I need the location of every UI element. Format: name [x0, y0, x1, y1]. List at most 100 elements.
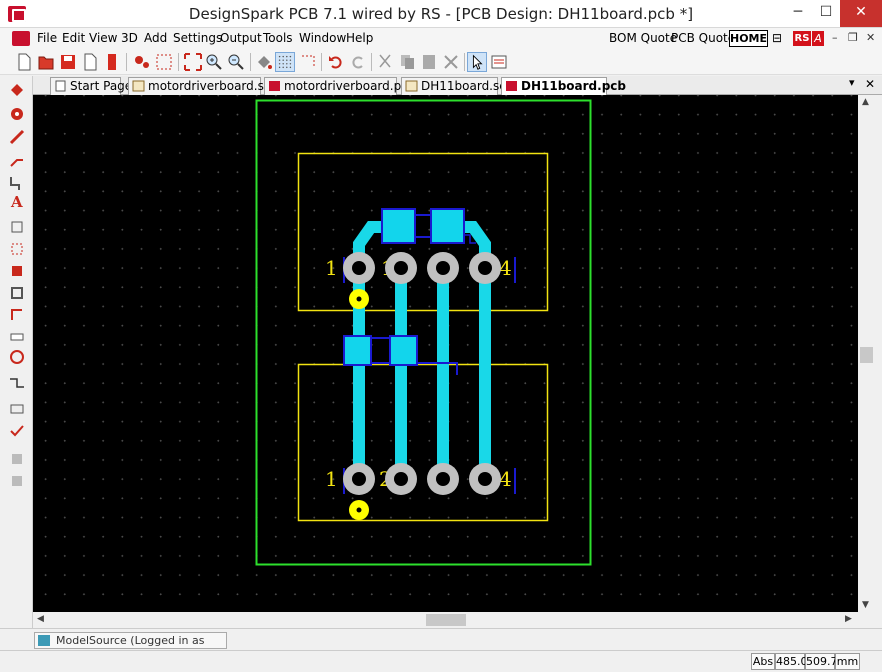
select-pointer-icon[interactable] — [467, 52, 487, 72]
tab-dh11board-pcb[interactable]: DH11board.pcb — [501, 77, 626, 96]
add-drill-icon[interactable] — [8, 348, 26, 366]
print-preview-icon[interactable] — [80, 52, 100, 72]
delete-icon[interactable] — [441, 52, 461, 72]
menu-add[interactable]: Add — [144, 31, 167, 45]
scroll-down-icon[interactable]: ▼ — [862, 600, 869, 610]
open-file-icon[interactable] — [36, 52, 56, 72]
place-component-icon[interactable] — [8, 82, 26, 100]
bottom-panel-tabs: ModelSource (Logged in as Aent) — [0, 628, 882, 662]
cart-icon[interactable]: ⊟ — [772, 31, 782, 45]
grid-icon[interactable] — [275, 52, 295, 72]
tab-list-button[interactable]: ▾ — [849, 76, 855, 89]
menu-window[interactable]: Window — [299, 31, 346, 45]
add-shape-icon[interactable] — [8, 174, 26, 192]
save-icon[interactable] — [58, 52, 78, 72]
through-hole-pads-bottom[interactable] — [343, 463, 501, 495]
smd-pad[interactable] — [389, 335, 418, 366]
add-area-icon[interactable] — [8, 218, 26, 236]
horizontal-scrollbar[interactable]: ◀ ▶ — [33, 612, 858, 628]
scroll-up-icon[interactable]: ▲ — [862, 97, 869, 107]
rs-logo[interactable]: RS — [793, 31, 811, 46]
add-copper-icon[interactable] — [8, 240, 26, 258]
schematic-icon — [132, 80, 145, 92]
add-track-icon[interactable] — [8, 128, 26, 146]
through-hole-pads-top[interactable] — [343, 252, 501, 284]
undo-icon[interactable] — [326, 52, 346, 72]
component-outline-bottom[interactable] — [297, 363, 549, 522]
menu-bar: File Edit View 3D Add Settings Output To… — [0, 28, 882, 50]
add-keepout-icon[interactable] — [8, 306, 26, 324]
tab-motordriverboard-pcb[interactable]: motordriverboard.pcb — [264, 77, 415, 95]
doc-close-button[interactable]: ✕ — [866, 31, 875, 44]
menu-file[interactable]: File — [37, 31, 57, 45]
cut-icon[interactable] — [375, 52, 395, 72]
tab-dh11board-sch[interactable]: DH11board.sch — [401, 77, 513, 95]
menu-help[interactable]: Help — [346, 31, 373, 45]
pcb-canvas[interactable]: 1 1 4 1 2 4 — [33, 95, 858, 612]
smd-pad[interactable] — [430, 208, 465, 244]
vertical-scroll-thumb[interactable] — [860, 347, 873, 363]
placeholder-tool-2-icon[interactable] — [8, 472, 26, 490]
add-connection-icon[interactable] — [8, 151, 26, 169]
snap-icon[interactable] — [298, 52, 318, 72]
minimize-button[interactable]: ─ — [784, 0, 812, 27]
menu-edit[interactable]: Edit — [62, 31, 85, 45]
horizontal-scroll-thumb[interactable] — [426, 614, 466, 626]
model-source-tab[interactable]: ModelSource (Logged in as Aent) — [34, 632, 227, 662]
doc-minimize-button[interactable]: – — [832, 31, 838, 44]
pcb-drawing: 1 1 4 1 2 4 — [255, 99, 592, 566]
rs-a-logo[interactable]: A — [812, 31, 824, 46]
maximize-button[interactable]: ☐ — [812, 0, 840, 27]
components-icon[interactable] — [132, 52, 152, 72]
menu-3d[interactable]: 3D — [121, 31, 138, 45]
component-outline-top[interactable] — [297, 152, 549, 312]
smd-pad[interactable] — [381, 208, 416, 244]
zoom-out-icon[interactable] — [226, 52, 246, 72]
properties-icon[interactable] — [489, 52, 509, 72]
bom-quote-link[interactable]: BOM Quote — [609, 31, 677, 45]
copy-icon[interactable] — [397, 52, 417, 72]
start-page-icon — [55, 80, 66, 92]
menu-output[interactable]: Output — [220, 31, 262, 45]
zoom-in-icon[interactable] — [204, 52, 224, 72]
redo-icon[interactable] — [348, 52, 368, 72]
close-button[interactable]: ✕ — [840, 0, 882, 27]
add-pour-icon[interactable] — [8, 262, 26, 280]
print-icon[interactable] — [102, 52, 122, 72]
scroll-left-icon[interactable]: ◀ — [37, 614, 44, 624]
add-dimension-icon[interactable] — [8, 328, 26, 346]
fill-icon[interactable] — [254, 52, 274, 72]
add-board-icon[interactable] — [8, 284, 26, 302]
tab-label: motordriverboard.pcb — [284, 79, 416, 93]
scroll-right-icon[interactable]: ▶ — [845, 614, 852, 624]
origin-marker[interactable] — [349, 500, 369, 520]
origin-marker[interactable] — [349, 289, 369, 309]
tab-close-button[interactable]: ✕ — [865, 77, 875, 91]
add-via-icon[interactable] — [8, 105, 26, 123]
main-toolbar — [0, 50, 882, 75]
doc-restore-button[interactable]: ❐ — [848, 31, 858, 44]
tab-motordriverboard-sch[interactable]: motordriverboard.sch — [128, 77, 278, 95]
paste-icon[interactable] — [419, 52, 439, 72]
check-icon[interactable] — [8, 422, 26, 440]
design-rules-icon[interactable] — [8, 400, 26, 418]
library-icon[interactable] — [154, 52, 174, 72]
pcb-quote-link[interactable]: PCB Quote — [671, 31, 735, 45]
menu-settings[interactable]: Settings — [173, 31, 222, 45]
placeholder-tool-icon[interactable] — [8, 450, 26, 468]
units-indicator[interactable]: mm — [835, 653, 860, 670]
zoom-fit-icon[interactable] — [183, 52, 203, 72]
smd-pad[interactable] — [343, 335, 372, 366]
new-file-icon[interactable] — [14, 52, 34, 72]
home-button[interactable]: HOME — [729, 30, 768, 47]
add-text-icon[interactable]: A — [8, 192, 26, 210]
tab-start-page[interactable]: Start Page — [50, 77, 132, 95]
coordinate-mode[interactable]: Abs — [751, 653, 775, 670]
menu-view[interactable]: View — [89, 31, 117, 45]
menu-tools[interactable]: Tools — [263, 31, 293, 45]
pcb-icon — [506, 81, 517, 91]
route-icon[interactable] — [8, 374, 26, 392]
vertical-scrollbar[interactable]: ▲ ▼ — [858, 95, 875, 612]
tracks[interactable] — [353, 221, 491, 486]
document-icon[interactable] — [12, 31, 30, 46]
